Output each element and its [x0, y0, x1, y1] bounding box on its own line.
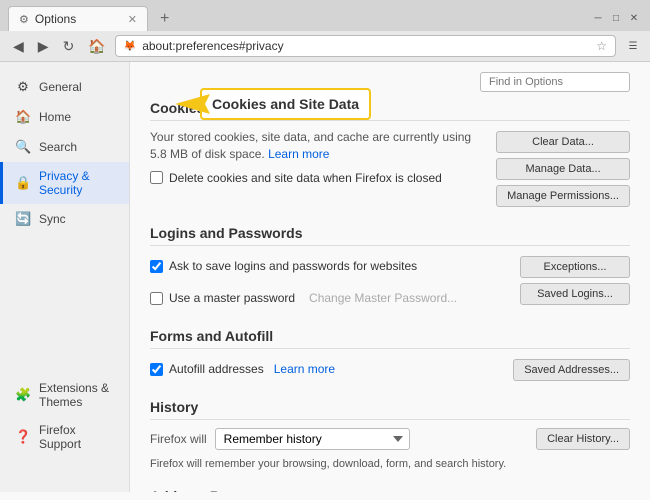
history-dropdown[interactable]: Remember historyNever remember historyUs… [215, 428, 410, 450]
address-bar[interactable]: 🦊 about:preferences#privacy ☆ [115, 35, 616, 57]
tab-icon: ⚙ [19, 13, 29, 26]
logins-section: Logins and Passwords Ask to save logins … [150, 225, 630, 310]
manage-data-button[interactable]: Manage Data... [496, 158, 630, 180]
delete-cookies-checkbox-row: Delete cookies and site data when Firefo… [150, 171, 486, 185]
change-master-label: Change Master Password... [309, 291, 457, 305]
content-area: Cookies and Site Data Your stored cookie… [130, 62, 650, 492]
sidebar-label-search: Search [39, 140, 77, 154]
cookies-buttons: Clear Data... Manage Data... Manage Perm… [496, 129, 630, 207]
lock-icon: 🦊 [124, 41, 136, 52]
autofill-row: Autofill addresses Learn more [150, 362, 503, 376]
sidebar-label-support: Firefox Support [39, 423, 117, 451]
cookies-learn-more[interactable]: Learn more [268, 147, 329, 161]
maximize-button[interactable]: □ [608, 11, 624, 27]
autofill-checkbox[interactable] [150, 363, 163, 376]
support-icon: ❓ [15, 429, 31, 445]
history-section: History Firefox will Remember historyNev… [150, 399, 630, 470]
sidebar: ⚙ General 🏠 Home 🔍 Search 🔒 Privacy & Se… [0, 62, 130, 492]
clear-history-button[interactable]: Clear History... [536, 428, 630, 450]
menu-icon[interactable]: ☰ [624, 37, 642, 55]
autofill-learn-more[interactable]: Learn more [274, 362, 335, 376]
forms-section: Forms and Autofill Autofill addresses Le… [150, 328, 630, 381]
cookies-desc: Your stored cookies, site data, and cach… [150, 129, 486, 163]
toolbar-icons: ☰ [624, 37, 642, 55]
sidebar-item-home[interactable]: 🏠 Home [0, 102, 129, 132]
sidebar-label-extensions: Extensions & Themes [39, 381, 117, 409]
history-row: Firefox will Remember historyNever remem… [150, 428, 630, 450]
find-bar [150, 72, 630, 92]
forms-main: Autofill addresses Learn more [150, 357, 503, 381]
find-input[interactable] [480, 72, 630, 92]
clear-data-button[interactable]: Clear Data... [496, 131, 630, 153]
history-note: Firefox will remember your browsing, dow… [150, 458, 630, 470]
cookies-main: Your stored cookies, site data, and cach… [150, 129, 486, 207]
sidebar-label-home: Home [39, 110, 71, 124]
search-sidebar-icon: 🔍 [15, 139, 31, 155]
manage-permissions-button[interactable]: Manage Permissions... [496, 185, 630, 207]
delete-cookies-label: Delete cookies and site data when Firefo… [169, 171, 442, 185]
master-password-checkbox[interactable] [150, 292, 163, 305]
history-inner: Firefox will Remember historyNever remem… [150, 428, 630, 470]
minimize-button[interactable]: ─ [590, 11, 606, 27]
saved-logins-button[interactable]: Saved Logins... [520, 283, 630, 305]
home-icon: 🏠 [15, 109, 31, 125]
extensions-icon: 🧩 [15, 387, 31, 403]
address-bar-section: Address Bar [150, 488, 630, 492]
forms-buttons: Saved Addresses... [513, 357, 630, 381]
history-title: History [150, 399, 630, 420]
nav-bar: ◀ ▶ ↻ 🏠 🦊 about:preferences#privacy ☆ ☰ [0, 31, 650, 61]
cookies-content: Your stored cookies, site data, and cach… [150, 129, 630, 207]
back-button[interactable]: ◀ [8, 36, 29, 57]
master-password-row: Use a master password Change Master Pass… [150, 291, 510, 305]
sidebar-item-privacy[interactable]: 🔒 Privacy & Security [0, 162, 129, 204]
master-password-label: Use a master password [169, 291, 295, 305]
logins-buttons: Exceptions... Saved Logins... [520, 254, 630, 310]
logins-title: Logins and Passwords [150, 225, 630, 246]
active-tab[interactable]: ⚙ Options ✕ [8, 6, 148, 31]
home-button[interactable]: 🏠 [83, 36, 110, 57]
sidebar-label-privacy: Privacy & Security [39, 169, 117, 197]
privacy-icon: 🔒 [15, 175, 31, 191]
delete-cookies-checkbox[interactable] [150, 171, 163, 184]
new-tab-button[interactable]: + [154, 8, 175, 30]
tab-bar: ⚙ Options ✕ + ─ □ ✕ [0, 0, 650, 31]
sidebar-item-general[interactable]: ⚙ General [0, 72, 129, 102]
address-bar-title: Address Bar [150, 488, 630, 492]
saved-addresses-button[interactable]: Saved Addresses... [513, 359, 630, 381]
cookies-title: Cookies and Site Data [150, 100, 630, 121]
sidebar-item-support[interactable]: ❓ Firefox Support [0, 416, 129, 458]
address-text: about:preferences#privacy [142, 39, 590, 53]
ask-logins-row: Ask to save logins and passwords for web… [150, 259, 510, 273]
firefox-will-label: Firefox will [150, 432, 207, 446]
sidebar-item-sync[interactable]: 🔄 Sync [0, 204, 129, 234]
close-button[interactable]: ✕ [626, 11, 642, 27]
exceptions-button[interactable]: Exceptions... [520, 256, 630, 278]
ask-logins-label: Ask to save logins and passwords for web… [169, 259, 417, 273]
tab-title: Options [35, 12, 76, 26]
sidebar-label-general: General [39, 80, 82, 94]
window-controls: ─ □ ✕ [590, 11, 642, 27]
autofill-label: Autofill addresses [169, 362, 264, 376]
sidebar-item-search[interactable]: 🔍 Search [0, 132, 129, 162]
ask-logins-checkbox[interactable] [150, 260, 163, 273]
sync-icon: 🔄 [15, 211, 31, 227]
sidebar-label-sync: Sync [39, 212, 66, 226]
forward-button[interactable]: ▶ [33, 36, 54, 57]
browser-chrome: ⚙ Options ✕ + ─ □ ✕ ◀ ▶ ↻ 🏠 🦊 about:pref… [0, 0, 650, 62]
forms-title: Forms and Autofill [150, 328, 630, 349]
tab-close-button[interactable]: ✕ [128, 13, 137, 26]
forms-content: Autofill addresses Learn more Saved Addr… [150, 357, 630, 381]
general-icon: ⚙ [15, 79, 31, 95]
main-layout: ⚙ General 🏠 Home 🔍 Search 🔒 Privacy & Se… [0, 62, 650, 492]
logins-main: Ask to save logins and passwords for web… [150, 254, 510, 310]
sidebar-item-extensions[interactable]: 🧩 Extensions & Themes [0, 374, 129, 416]
logins-content: Ask to save logins and passwords for web… [150, 254, 630, 310]
bookmark-icon[interactable]: ☆ [596, 39, 607, 53]
cookies-section: Cookies and Site Data Your stored cookie… [150, 100, 630, 207]
refresh-button[interactable]: ↻ [58, 36, 80, 57]
